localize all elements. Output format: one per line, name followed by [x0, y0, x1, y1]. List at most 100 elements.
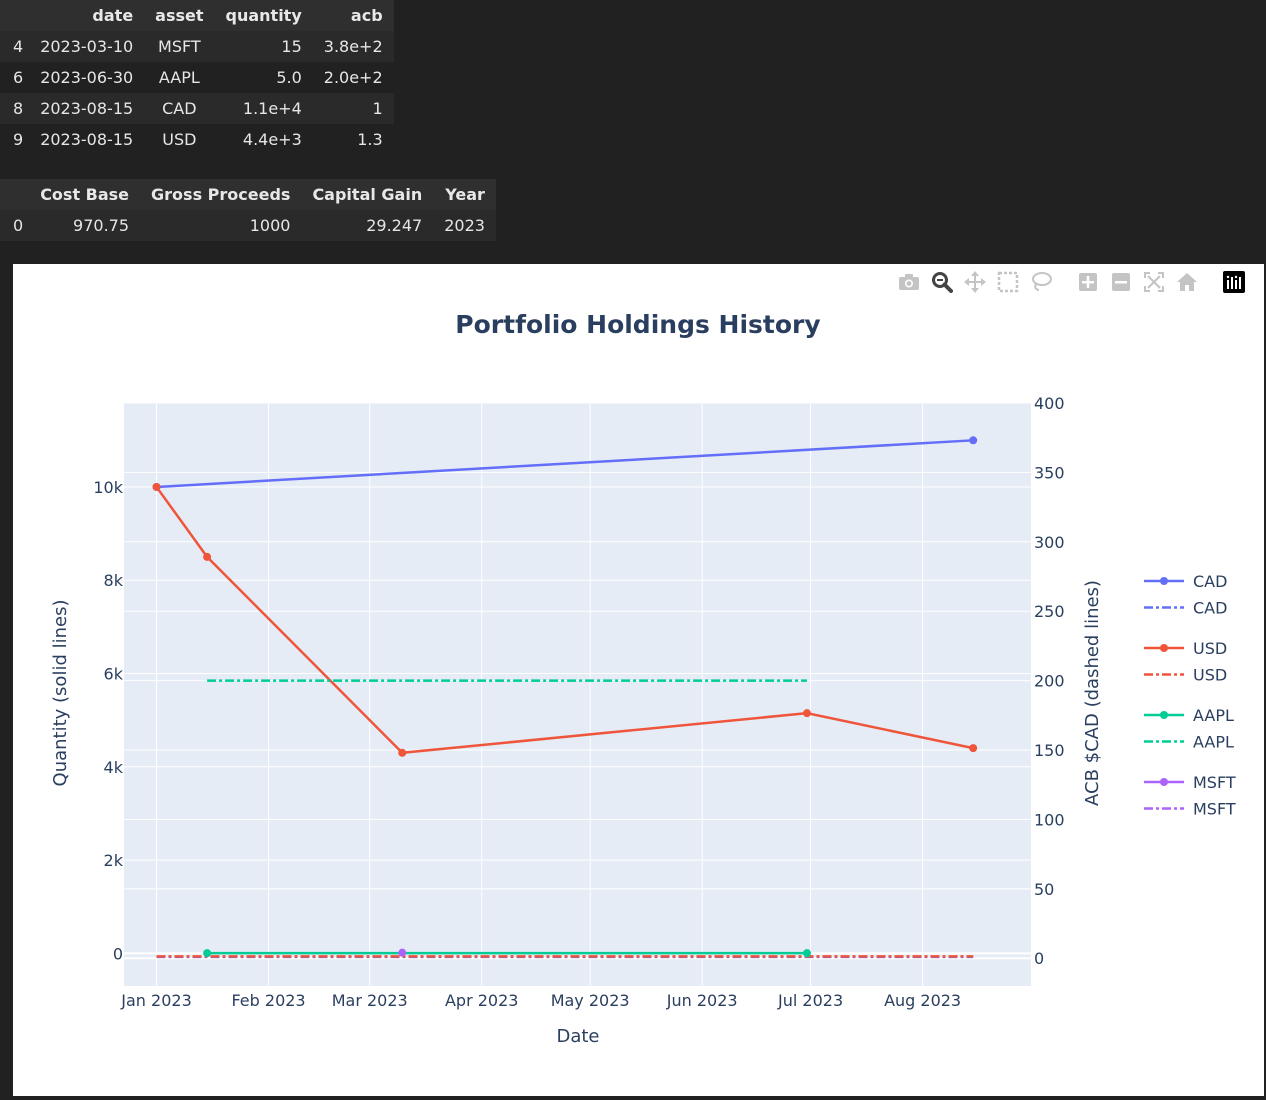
y-tick-label: 4k — [104, 758, 124, 777]
table-cell: 970.75 — [29, 210, 141, 241]
usd-point — [398, 748, 407, 757]
aapl-point — [203, 949, 212, 958]
y-tick-label: 10k — [93, 478, 123, 497]
y2-tick-label: 400 — [1034, 394, 1065, 413]
table-cell: 1.3 — [312, 124, 394, 155]
zoom-icon[interactable] — [929, 270, 955, 294]
row-index: 4 — [0, 31, 30, 62]
table-row: 8 2023-08-15 CAD 1.1e+4 1 — [0, 93, 394, 124]
legend-label: AAPL — [1193, 706, 1234, 725]
table-cell: CAD — [144, 93, 215, 124]
legend-label: MSFT — [1193, 773, 1236, 792]
plotly-logo-icon[interactable] — [1221, 270, 1247, 294]
usd-point — [802, 709, 811, 718]
lasso-icon[interactable] — [1028, 270, 1054, 294]
legend-marker — [1160, 778, 1168, 786]
table-cell: 2023-03-10 — [29, 31, 145, 62]
legend-marker — [1160, 577, 1168, 585]
y-tick-label: 2k — [104, 851, 124, 870]
y2-axis-ticks: 0 50 100 150 200 250 300 350 400 — [1034, 394, 1065, 968]
y-axis-ticks: 0 2k 4k 6k 8k 10k — [93, 478, 123, 963]
y2-tick-label: 250 — [1034, 602, 1065, 621]
table-cell: 1000 — [140, 210, 302, 241]
x-tick-label: Jun 2023 — [666, 991, 738, 1010]
table-row: 6 2023-06-30 AAPL 5.0 2.0e+2 — [0, 62, 394, 93]
capital-gains-table: Cost Base Gross Proceeds Capital Gain Year … — [0, 179, 496, 241]
aapl-point — [802, 949, 811, 958]
table-cell: 1.1e+4 — [214, 93, 313, 124]
x-tick-label: Aug 2023 — [884, 991, 961, 1010]
column-header: Gross Proceeds — [140, 179, 302, 210]
legend-marker — [1160, 711, 1168, 719]
chart-title: Portfolio Holdings History — [455, 310, 820, 339]
x-tick-label: Jul 2023 — [777, 991, 843, 1010]
cad-point — [969, 436, 978, 445]
holdings-body: 4 2023-03-10 MSFT 15 3.8e+2 6 2023-06-30 AAPL 5.… — [0, 31, 394, 155]
column-header — [0, 179, 30, 210]
y2-axis-title: ACB $CAD (dashed lines) — [1082, 580, 1103, 806]
legend-label: CAD — [1193, 572, 1227, 591]
camera-icon[interactable] — [896, 270, 922, 294]
plot-background — [124, 403, 1031, 986]
column-header: Capital Gain — [301, 179, 434, 210]
zoom-in-icon[interactable] — [1075, 270, 1101, 294]
y2-tick-label: 0 — [1034, 949, 1044, 968]
table-cell: 15 — [214, 31, 313, 62]
x-tick-label: Feb 2023 — [231, 991, 305, 1010]
table-row: 0 970.75 1000 29.247 2023 — [0, 210, 496, 241]
table-cell: 2.0e+2 — [312, 62, 394, 93]
usd-point — [203, 552, 212, 561]
y2-tick-label: 50 — [1034, 880, 1054, 899]
column-header: asset — [144, 0, 215, 31]
column-header: quantity — [214, 0, 313, 31]
table-cell: 2023-08-15 — [29, 93, 145, 124]
autoscale-icon[interactable] — [1141, 270, 1167, 294]
usd-point — [152, 482, 161, 491]
column-header — [0, 0, 30, 31]
y2-tick-label: 150 — [1034, 741, 1065, 760]
column-header: Cost Base — [29, 179, 141, 210]
holdings-chart[interactable]: Jan 2023 Feb 2023 Mar 2023 Apr 2023 May 2023… — [13, 264, 1264, 1096]
table-cell: USD — [144, 124, 215, 155]
row-index: 9 — [0, 124, 30, 155]
y2-tick-label: 300 — [1034, 533, 1065, 552]
column-header: date — [29, 0, 145, 31]
table-cell: 1 — [312, 93, 394, 124]
msft-point — [398, 948, 407, 957]
legend-label: MSFT — [1193, 800, 1236, 819]
plot-area: Jan 2023 Feb 2023 Mar 2023 Apr 2023 May 2023… — [13, 264, 1264, 1096]
y2-tick-label: 200 — [1034, 672, 1065, 691]
gains-body: 0 970.75 1000 29.247 2023 — [0, 210, 496, 241]
table-cell: MSFT — [144, 31, 215, 62]
table-cell: 3.8e+2 — [312, 31, 394, 62]
table-cell: 29.247 — [301, 210, 434, 241]
holdings-table: date asset quantity acb 4 2023-03-10 MSFT 15 3.… — [0, 0, 394, 155]
y-tick-label: 6k — [104, 665, 124, 684]
legend-label: USD — [1193, 666, 1227, 685]
x-axis-title: Date — [556, 1026, 599, 1047]
x-tick-label: Jan 2023 — [120, 991, 191, 1010]
x-tick-label: Mar 2023 — [332, 991, 408, 1010]
pan-icon[interactable] — [962, 270, 988, 294]
row-index: 8 — [0, 93, 30, 124]
x-tick-label: May 2023 — [551, 991, 630, 1010]
y2-tick-label: 350 — [1034, 463, 1065, 482]
legend-label: USD — [1193, 639, 1227, 658]
reset-axes-icon[interactable] — [1174, 270, 1200, 294]
table-cell: 4.4e+3 — [214, 124, 313, 155]
y-tick-label: 8k — [104, 571, 124, 590]
row-index: 0 — [0, 210, 30, 241]
holdings-header-row: date asset quantity acb — [0, 0, 394, 31]
table-row: 4 2023-03-10 MSFT 15 3.8e+2 — [0, 31, 394, 62]
modebar — [896, 270, 1254, 294]
legend-label: AAPL — [1193, 733, 1234, 752]
row-index: 6 — [0, 62, 30, 93]
zoom-out-icon[interactable] — [1108, 270, 1134, 294]
x-axis-ticks: Jan 2023 Feb 2023 Mar 2023 Apr 2023 May 2023… — [120, 991, 961, 1010]
column-header: acb — [312, 0, 394, 31]
box-select-icon[interactable] — [995, 270, 1021, 294]
y-axis-title: Quantity (solid lines) — [50, 600, 71, 787]
y2-tick-label: 100 — [1034, 810, 1065, 829]
column-header: Year — [433, 179, 496, 210]
usd-point — [969, 744, 978, 753]
